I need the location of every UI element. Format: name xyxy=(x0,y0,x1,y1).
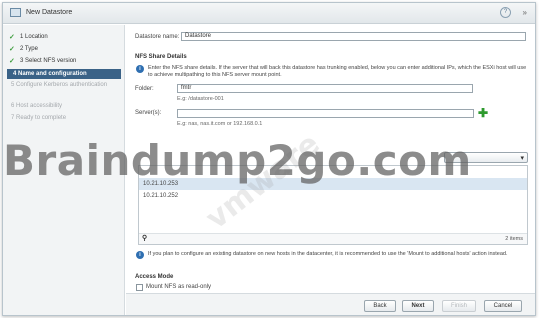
folder-hint: E.g: /datastore-001 xyxy=(177,96,224,102)
existing-datastore-note: If you plan to configure an existing dat… xyxy=(148,251,508,257)
nfs-info-text: Enter the NFS share details. If the serv… xyxy=(148,65,527,78)
cancel-button[interactable]: Cancel xyxy=(484,300,522,312)
items-count: 2 items xyxy=(505,236,523,242)
access-mode-title: Access Mode xyxy=(135,274,174,280)
step-name-configuration[interactable]: 4 Name and configuration xyxy=(7,69,121,79)
next-button[interactable]: Next xyxy=(402,300,434,312)
finish-button: Finish xyxy=(442,300,476,312)
binoculars-icon[interactable]: ⚲ xyxy=(142,234,147,242)
step-label: Configure Kerberos authentication xyxy=(16,82,108,88)
servers-input[interactable] xyxy=(177,109,474,118)
list-item[interactable]: 10.21.10.252 xyxy=(139,190,527,202)
checkmark-icon: ✓ xyxy=(9,46,15,53)
datastore-icon xyxy=(10,8,21,17)
site-watermark: Braindump2go.com xyxy=(3,136,472,185)
step-label: Name and configuration xyxy=(18,70,87,77)
dialog-titlebar: New Datastore ? » xyxy=(3,3,535,24)
readonly-label: Mount NFS as read-only xyxy=(146,284,212,290)
step-kerberos: 5 Configure Kerberos authentication xyxy=(11,82,108,88)
step-label: Location xyxy=(25,34,48,40)
step-label: Type xyxy=(24,46,38,52)
servers-hint: E.g: nas, nas.it.com or 192.168.0.1 xyxy=(177,121,263,127)
chevron-down-icon: ▾ xyxy=(520,155,524,162)
wizard-footer: Back Next Finish Cancel xyxy=(126,293,535,315)
datastore-name-input[interactable]: Datastore xyxy=(181,32,526,41)
back-button[interactable]: Back xyxy=(364,300,396,312)
servers-label: Server(s): xyxy=(135,110,162,116)
checkmark-icon: ✓ xyxy=(9,58,15,65)
step-label: Ready to complete xyxy=(16,115,67,121)
datastore-name-label: Datastore name: xyxy=(135,34,180,40)
folder-label: Folder: xyxy=(135,86,154,92)
add-server-icon[interactable]: ✚ xyxy=(478,107,488,119)
step-label: Select NFS version xyxy=(25,58,77,64)
dialog-title: New Datastore xyxy=(26,9,73,16)
nfs-section-title: NFS Share Details xyxy=(135,54,187,60)
step-label: Host accessibility xyxy=(16,103,63,109)
readonly-checkbox[interactable] xyxy=(136,284,143,291)
checkmark-icon: ✓ xyxy=(9,34,15,41)
folder-input[interactable]: fmtr xyxy=(177,84,473,93)
info-icon: i xyxy=(136,65,144,73)
expand-icon[interactable]: » xyxy=(523,8,527,17)
help-icon[interactable]: ? xyxy=(500,7,511,18)
list-toolbar: ⚲ 2 items xyxy=(139,233,527,244)
info-icon: i xyxy=(136,251,144,259)
